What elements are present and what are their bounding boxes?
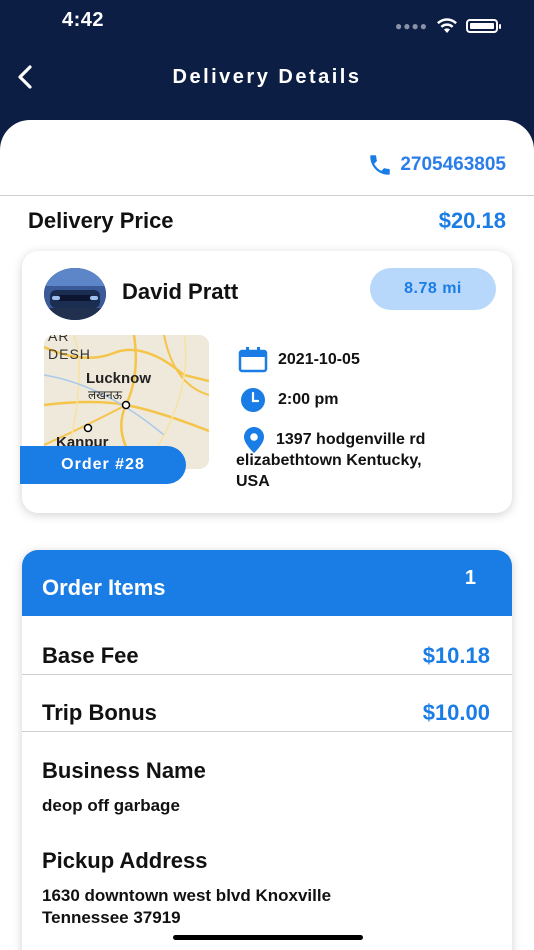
driver-name: David Pratt: [122, 279, 239, 304]
map-label: DESH: [48, 346, 91, 362]
content-sheet: 2705463805 Delivery Price $20.18 David P…: [0, 120, 534, 950]
map-label: AR: [48, 335, 69, 344]
map-label: लखनऊ: [88, 388, 123, 402]
order-number-badge: Order #28: [20, 446, 186, 484]
distance-badge: 8.78 mi: [370, 268, 496, 310]
status-icons: ●●●●: [395, 18, 501, 34]
phone-link[interactable]: 2705463805: [366, 152, 506, 178]
base-fee-value: $10.18: [422, 643, 490, 668]
map-label: Lucknow: [86, 370, 151, 387]
order-items-title: Order Items: [42, 575, 166, 600]
driver-card[interactable]: David Pratt 8.78 mi AR DESH Lucknow लखनऊ…: [20, 251, 512, 513]
order-items-card: Order Items 1 Base Fee $10.18 Trip Bonus…: [22, 550, 512, 950]
calendar-icon: [238, 347, 268, 373]
divider: [22, 731, 512, 732]
divider: [22, 674, 512, 675]
avatar: [44, 268, 106, 320]
wifi-icon: [437, 18, 457, 33]
divider: [0, 195, 534, 196]
home-indicator[interactable]: [173, 935, 363, 940]
delivery-price-value: $20.18: [438, 208, 506, 233]
delivery-price-label: Delivery Price: [28, 208, 174, 233]
clock-icon: [241, 388, 265, 412]
page-title: Delivery Details: [172, 66, 362, 88]
nav-bar: Delivery Details: [0, 52, 534, 102]
signal-dots-icon: ●●●●: [395, 19, 428, 33]
pickup-address-line: 1630 downtown west blvd Knoxville: [42, 886, 332, 905]
business-name-value: deop off garbage: [42, 796, 180, 815]
business-name-heading: Business Name: [42, 758, 206, 783]
status-time: 4:42: [62, 9, 105, 31]
trip-date: 2021-10-05: [278, 351, 360, 368]
address-line: 1397 hodgenville rd: [276, 431, 426, 448]
car-photo: [44, 268, 106, 320]
time-row: 2:00 pm: [238, 387, 338, 413]
address-line: elizabethtown Kentucky,: [236, 452, 422, 469]
trip-time: 2:00 pm: [278, 391, 339, 408]
battery-icon: [466, 19, 501, 33]
trip-bonus-label: Trip Bonus: [42, 700, 157, 725]
order-items-header[interactable]: Order Items 1: [22, 550, 512, 616]
order-items-count: 1: [464, 567, 476, 589]
trip-address: 1397 hodgenville rd elizabethtown Kentuc…: [236, 429, 486, 492]
status-bar: 4:42 ●●●●: [0, 0, 534, 44]
pickup-address-line: Tennessee 37919: [42, 908, 181, 927]
trip-bonus-value: $10.00: [422, 700, 490, 725]
date-row: 2021-10-05: [238, 347, 360, 373]
pickup-address-value: 1630 downtown west blvd Knoxville Tennes…: [42, 885, 482, 929]
base-fee-label: Base Fee: [42, 643, 139, 668]
phone-icon: [370, 155, 391, 175]
pickup-address-heading: Pickup Address: [42, 848, 208, 873]
address-line: USA: [236, 473, 270, 490]
phone-number: 2705463805: [400, 154, 506, 175]
